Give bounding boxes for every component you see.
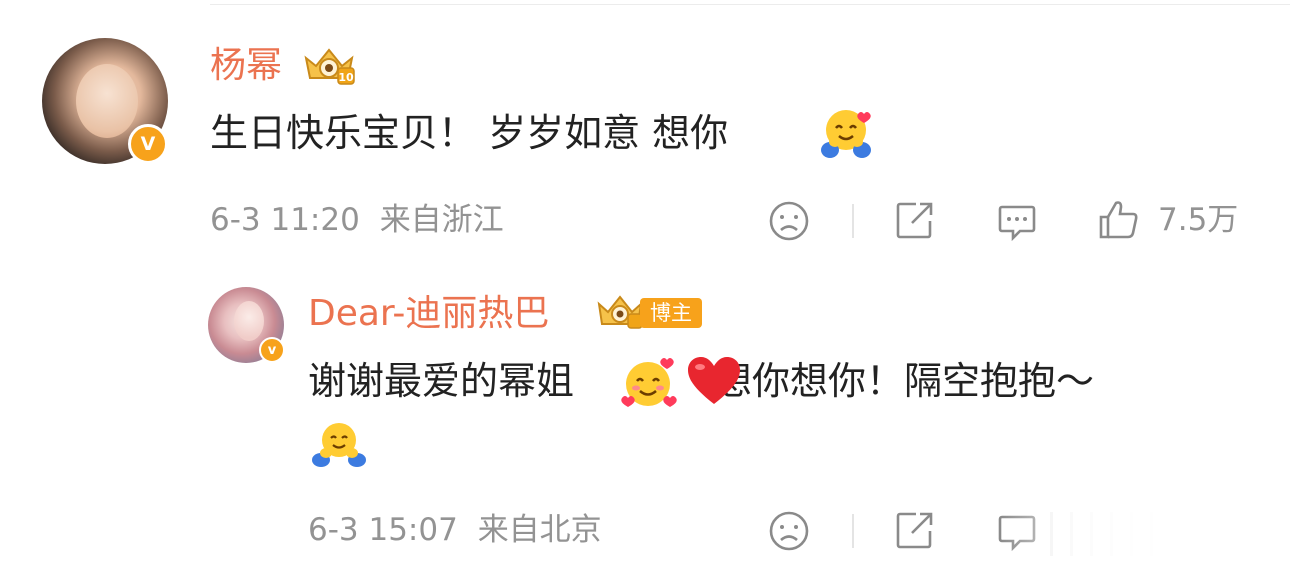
reply-meta: 6-3 15:07 来自北京 [308,510,602,550]
avatar-face [76,64,138,138]
dislike-face-icon[interactable] [768,510,810,552]
like-count: 7.5万 [1158,202,1239,238]
blogger-tag: 博主 [640,298,702,328]
hug-emoji [821,110,871,158]
hug-emoji [312,423,366,467]
smiling-hearts-emoji [621,358,677,407]
comment-bubble-icon[interactable] [996,201,1038,243]
red-heart-emoji [688,357,740,404]
avatar-face [234,301,264,341]
reply-text-part2: 想你想你！隔空抱抱～ [714,359,1095,403]
svg-text:10: 10 [338,71,354,84]
comment-author-name[interactable]: 杨幂 [210,46,282,86]
comment-location: 来自浙江 [379,202,504,238]
share-icon[interactable] [894,199,936,241]
reply-author-name[interactable]: Dear-迪丽热巴 [308,294,549,334]
like-thumb-icon[interactable] [1097,197,1141,241]
comment-meta: 6-3 11:20 来自浙江 [210,200,504,240]
reply-timestamp: 6-3 15:07 [308,512,458,548]
reply-location: 来自北京 [477,512,602,548]
fan-crown-badge-icon: 10 [304,48,355,85]
dislike-face-icon[interactable] [768,200,810,242]
verified-badge-icon: V [128,124,168,164]
comment-timestamp: 6-3 11:20 [210,202,360,238]
fan-crown-badge-icon [597,295,643,329]
top-divider [210,4,1290,5]
fade-overlay [1000,500,1290,572]
comment-text: 生日快乐宝贝！ 岁岁如意 想你 [210,111,729,155]
share-icon[interactable] [894,509,936,551]
reply-text-part1: 谢谢最爱的幂姐 [308,359,575,403]
verified-badge-icon: v [259,337,285,363]
action-separator [852,514,854,548]
action-separator [852,204,854,238]
